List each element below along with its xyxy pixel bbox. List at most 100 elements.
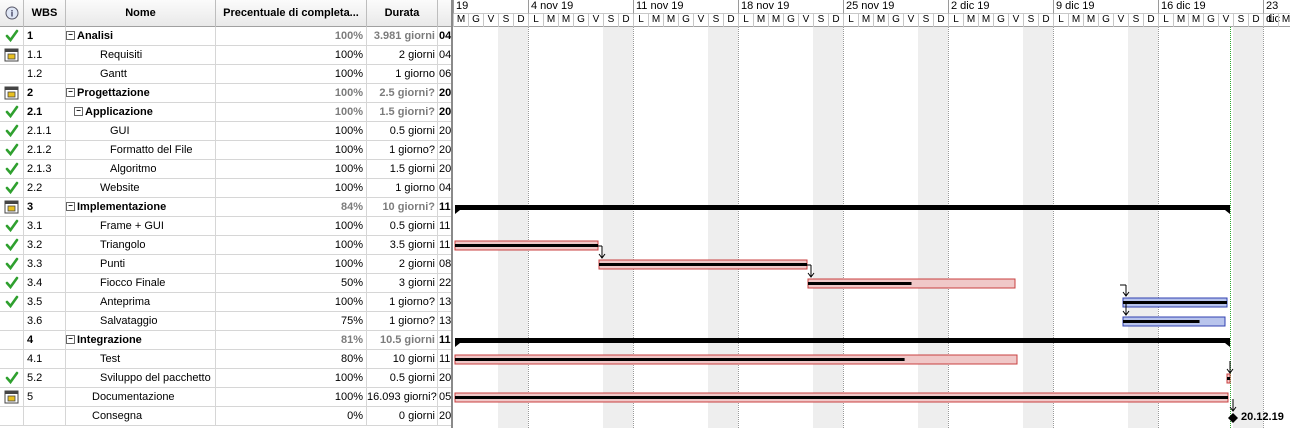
task-row[interactable]: 2.1.3 Algoritmo 100% 1.5 giorni 20 [0,160,451,179]
start-cell[interactable]: 20 [438,122,451,141]
task-name-cell[interactable]: Anteprima [66,293,216,312]
percent-complete-cell[interactable]: 84% [216,198,367,217]
duration-cell[interactable]: 0.5 giorni [367,217,438,236]
task-row[interactable]: 1.1 Requisiti 100% 2 giorni 04 [0,46,451,65]
task-row[interactable]: 2.1− Applicazione 100% 1.5 giorni? 20 [0,103,451,122]
percent-complete-cell[interactable]: 100% [216,46,367,65]
task-progress-bar[interactable] [808,282,912,285]
duration-cell[interactable]: 3.5 giorni [367,236,438,255]
start-cell[interactable]: 04 [438,46,451,65]
percent-complete-cell[interactable]: 100% [216,388,367,407]
task-progress-bar[interactable] [1227,377,1230,380]
task-name-cell[interactable]: Gantt [66,65,216,84]
task-name-cell[interactable]: − Progettazione [66,84,216,103]
percent-complete-cell[interactable]: 100% [216,293,367,312]
duration-cell[interactable]: 0.5 giorni [367,122,438,141]
duration-cell[interactable]: 1 giorno [367,179,438,198]
start-cell[interactable]: 13 [438,293,451,312]
start-cell[interactable]: 13 [438,312,451,331]
task-name-cell[interactable]: Algoritmo [66,160,216,179]
task-row[interactable]: 5 Documentazione 100% 16.093 giorni? 05 [0,388,451,407]
task-row[interactable]: 1.2 Gantt 100% 1 giorno 06 [0,65,451,84]
task-name-cell[interactable]: Website [66,179,216,198]
indicators-column-header[interactable]: i [0,0,24,27]
start-cell[interactable]: 20 [438,141,451,160]
duration-column-header[interactable]: Durata [367,0,438,27]
task-row[interactable]: 3− Implementazione 84% 10 giorni? 11 [0,198,451,217]
start-cell[interactable]: 11 [438,331,451,350]
start-cell[interactable]: 06 [438,65,451,84]
start-cell[interactable]: 20 [438,369,451,388]
collapse-toggle-icon[interactable]: − [66,201,75,211]
start-column-header[interactable] [438,0,451,27]
task-name-cell[interactable]: Triangolo [66,236,216,255]
task-name-cell[interactable]: Documentazione [66,388,216,407]
wbs-column-header[interactable]: WBS [24,0,66,27]
task-progress-bar[interactable] [599,263,807,266]
task-row[interactable]: 4− Integrazione 81% 10.5 giorni 11 [0,331,451,350]
duration-cell[interactable]: 2.5 giorni? [367,84,438,103]
start-cell[interactable]: 20 [438,160,451,179]
task-name-cell[interactable]: Fiocco Finale [66,274,216,293]
summary-bar-end-cap[interactable] [1225,343,1230,347]
start-cell[interactable]: 11 [438,217,451,236]
percent-complete-column-header[interactable]: Precentuale di completa... [216,0,367,27]
task-progress-bar[interactable] [455,396,1228,399]
duration-cell[interactable]: 1 giorno? [367,293,438,312]
duration-cell[interactable]: 10 giorni [367,350,438,369]
percent-complete-cell[interactable]: 100% [216,369,367,388]
percent-complete-cell[interactable]: 100% [216,255,367,274]
start-cell[interactable]: 04 [438,27,451,46]
duration-cell[interactable]: 1.5 giorni? [367,103,438,122]
start-cell[interactable]: 08 [438,255,451,274]
task-row[interactable]: 3.5 Anteprima 100% 1 giorno? 13 [0,293,451,312]
task-row[interactable]: 3.1 Frame + GUI 100% 0.5 giorni 11 [0,217,451,236]
task-name-cell[interactable]: − Integrazione [66,331,216,350]
start-cell[interactable]: 11 [438,350,451,369]
task-name-cell[interactable]: − Applicazione [66,103,216,122]
duration-cell[interactable]: 0 giorni [367,407,438,426]
duration-cell[interactable]: 16.093 giorni? [367,388,438,407]
task-name-cell[interactable]: Frame + GUI [66,217,216,236]
task-row[interactable]: 2− Progettazione 100% 2.5 giorni? 20 [0,84,451,103]
duration-cell[interactable]: 1.5 giorni [367,160,438,179]
percent-complete-cell[interactable]: 80% [216,350,367,369]
task-row[interactable]: 2.1.1 GUI 100% 0.5 giorni 20 [0,122,451,141]
percent-complete-cell[interactable]: 100% [216,27,367,46]
duration-cell[interactable]: 2 giorni [367,255,438,274]
task-row[interactable]: 3.6 Salvataggio 75% 1 giorno? 13 [0,312,451,331]
start-cell[interactable]: 11 [438,236,451,255]
percent-complete-cell[interactable]: 81% [216,331,367,350]
start-cell[interactable]: 20 [438,84,451,103]
duration-cell[interactable]: 3 giorni [367,274,438,293]
start-cell[interactable]: 22 [438,274,451,293]
collapse-toggle-icon[interactable]: − [74,106,83,116]
summary-bar-start-cap[interactable] [455,343,460,347]
summary-bar-end-cap[interactable] [1225,210,1230,214]
task-name-cell[interactable]: Test [66,350,216,369]
milestone-diamond[interactable] [1228,413,1238,423]
start-cell[interactable]: 20 [438,103,451,122]
name-column-header[interactable]: Nome [66,0,216,27]
percent-complete-cell[interactable]: 0% [216,407,367,426]
task-name-cell[interactable]: − Implementazione [66,198,216,217]
percent-complete-cell[interactable]: 100% [216,160,367,179]
task-progress-bar[interactable] [1123,320,1200,323]
start-cell[interactable]: 11 [438,198,451,217]
percent-complete-cell[interactable]: 100% [216,84,367,103]
task-name-cell[interactable]: Requisiti [66,46,216,65]
summary-bar[interactable] [455,338,1230,343]
task-name-cell[interactable]: GUI [66,122,216,141]
start-cell[interactable]: 05 [438,388,451,407]
task-name-cell[interactable]: Sviluppo del pacchetto [66,369,216,388]
percent-complete-cell[interactable]: 100% [216,65,367,84]
task-row[interactable]: 1− Analisi 100% 3.981 giorni 04 [0,27,451,46]
duration-cell[interactable]: 3.981 giorni [367,27,438,46]
task-name-cell[interactable]: Consegna [66,407,216,426]
task-progress-bar[interactable] [455,244,598,247]
duration-cell[interactable]: 2 giorni [367,46,438,65]
collapse-toggle-icon[interactable]: − [66,87,75,97]
start-cell[interactable]: 20 [438,407,451,426]
task-row[interactable]: 4.1 Test 80% 10 giorni 11 [0,350,451,369]
task-progress-bar[interactable] [1123,301,1227,304]
